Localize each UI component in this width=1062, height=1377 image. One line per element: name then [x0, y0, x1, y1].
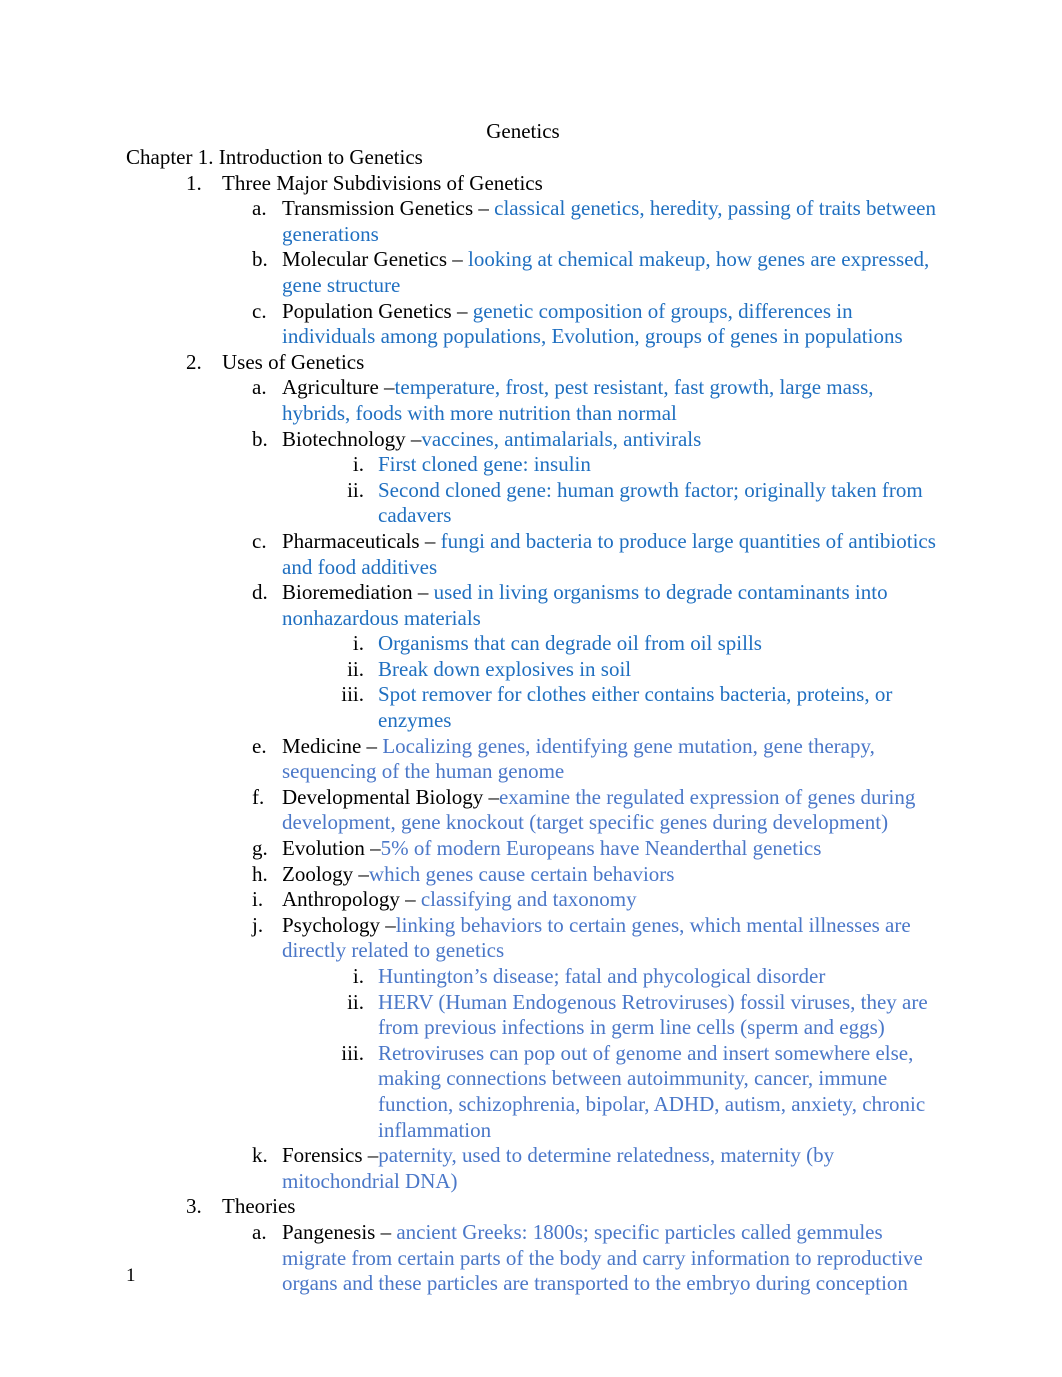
outline-section: 3. Theories — [186, 1194, 942, 1220]
outline-item: a. Transmission Genetics – classical gene… — [250, 196, 942, 247]
outline-subitem: i. First cloned gene: insulin — [330, 452, 942, 478]
outline-item-term: Zoology – — [282, 861, 369, 886]
outline-subitem-text: First cloned gene: insulin — [378, 452, 591, 477]
outline-marker: ii. — [347, 656, 364, 681]
outline-item-detail: which genes cause certain behaviors — [368, 861, 675, 886]
outline-marker: b. — [252, 426, 268, 451]
outline-item-term: Pharmaceuticals – — [282, 528, 441, 553]
outline-item: e. Medicine – Localizing genes, identifyi… — [250, 734, 942, 785]
outline-marker: e. — [252, 733, 267, 758]
outline-marker: 2. — [186, 349, 202, 374]
outline-item: a. Agriculture –temperature, frost, pest … — [250, 375, 942, 426]
outline-item-detail: 5% of modern Europeans have Neanderthal … — [380, 836, 822, 861]
outline-item: k. Forensics –paternity, used to determin… — [250, 1143, 942, 1194]
outline-item-detail: classifying and taxonomy — [420, 887, 637, 912]
outline-marker: g. — [252, 836, 268, 861]
outline-item-term: Developmental Biology – — [282, 784, 499, 809]
outline-section-label: Theories — [222, 1194, 296, 1219]
outline-subitem: iii. Retroviruses can pop out of genome a… — [330, 1041, 942, 1143]
outline-item: h. Zoology –which genes cause certain beh… — [250, 862, 942, 888]
outline-item-term: Psychology – — [282, 912, 396, 937]
outline-subitem-text: Retroviruses can pop out of genome and i… — [378, 1040, 926, 1142]
outline-item: c. Population Genetics – genetic composit… — [250, 299, 942, 350]
outline-section: 2. Uses of Genetics — [186, 350, 942, 376]
outline-marker: b. — [252, 247, 268, 272]
outline-item-term: Transmission Genetics – — [282, 196, 495, 221]
outline-item-term: Medicine – — [282, 733, 383, 758]
outline-item-term: Evolution – — [282, 836, 381, 861]
outline-marker: i. — [352, 452, 364, 477]
outline-subitem: ii. HERV (Human Endogenous Retroviruses) … — [330, 990, 942, 1041]
outline-item: a. Pangenesis – ancient Greeks: 1800s; sp… — [250, 1220, 942, 1297]
outline-subitem-text: Organisms that can degrade oil from oil … — [378, 631, 762, 656]
outline-item: b. Biotechnology –vaccines, antimalarials… — [250, 427, 942, 453]
outline-section-label: Uses of Genetics — [222, 349, 365, 374]
outline-marker: d. — [252, 580, 268, 605]
outline-subitem: i. Huntington’s disease; fatal and phycol… — [330, 964, 942, 990]
outline-body: 1. Three Major Subdivisions of Genetics a.… — [126, 171, 942, 1297]
outline-subitem-text: Second cloned gene: human growth factor;… — [378, 477, 923, 528]
outline-item-term: Molecular Genetics – — [282, 247, 469, 272]
outline-item-term: Forensics – — [282, 1143, 379, 1168]
outline-item: g. Evolution –5% of modern Europeans have… — [250, 836, 942, 862]
outline-marker: i. — [252, 887, 264, 912]
outline-marker: iii. — [341, 1040, 364, 1065]
outline-marker: i. — [352, 964, 364, 988]
outline-marker: k. — [252, 1143, 268, 1168]
outline-subitem-text: Huntington’s disease; fatal and phycolog… — [378, 964, 826, 988]
outline-marker: c. — [252, 298, 267, 323]
outline-item: f. Developmental Biology –examine the reg… — [250, 785, 942, 836]
page-number: 1 — [126, 1265, 136, 1286]
outline-item: j. Psychology –linking behaviors to certa… — [250, 913, 942, 964]
outline-item-term: Agriculture – — [282, 375, 395, 400]
outline-subitem-text: Break down explosives in soil — [378, 656, 632, 681]
document-page: Genetics Chapter 1. Introduction to Gene… — [0, 0, 1062, 1377]
outline-item-term: Population Genetics – — [282, 298, 473, 323]
outline-marker: c. — [252, 528, 267, 553]
outline-subitem: ii. Break down explosives in soil — [330, 657, 942, 683]
outline-subitem-text: HERV (Human Endogenous Retroviruses) fos… — [378, 989, 928, 1040]
outline-marker: j. — [252, 912, 264, 937]
outline-subitem: iii. Spot remover for clothes either cont… — [330, 682, 942, 733]
outline-subitem-text: Spot remover for clothes either contains… — [378, 682, 893, 733]
outline-marker: ii. — [347, 989, 364, 1014]
outline-item-term: Biotechnology – — [282, 426, 422, 451]
chapter-heading: Chapter 1. Introduction to Genetics — [126, 145, 423, 169]
page-title: Genetics — [486, 119, 560, 143]
outline-section: 1. Three Major Subdivisions of Genetics — [186, 171, 942, 197]
outline-marker: ii. — [347, 477, 364, 502]
outline-item-term: Bioremediation – — [282, 580, 434, 605]
outline-marker: a. — [252, 375, 267, 400]
outline-marker: iii. — [341, 682, 364, 707]
outline-marker: 3. — [186, 1194, 202, 1219]
outline-item: d. Bioremediation – used in living organi… — [250, 580, 942, 631]
outline-item-term: Anthropology – — [282, 887, 421, 912]
outline-section-label: Three Major Subdivisions of Genetics — [222, 170, 543, 195]
outline-item: b. Molecular Genetics – looking at chemic… — [250, 247, 942, 298]
outline-subitem: ii. Second cloned gene: human growth fact… — [330, 478, 942, 529]
outline-marker: a. — [252, 1219, 267, 1244]
outline-marker: a. — [252, 196, 267, 221]
outline-item: c. Pharmaceuticals – fungi and bacteria t… — [250, 529, 942, 580]
outline-marker: f. — [252, 784, 265, 809]
outline-marker: i. — [352, 631, 364, 656]
outline-marker: h. — [252, 861, 268, 886]
outline-item: i. Anthropology – classifying and taxonom… — [250, 887, 942, 913]
outline-subitem: i. Organisms that can degrade oil from oi… — [330, 631, 942, 657]
outline-item-term: Pangenesis – — [282, 1219, 397, 1244]
outline-item-detail: vaccines, antimalarials, antivirals — [421, 426, 702, 451]
outline-marker: 1. — [186, 170, 202, 195]
